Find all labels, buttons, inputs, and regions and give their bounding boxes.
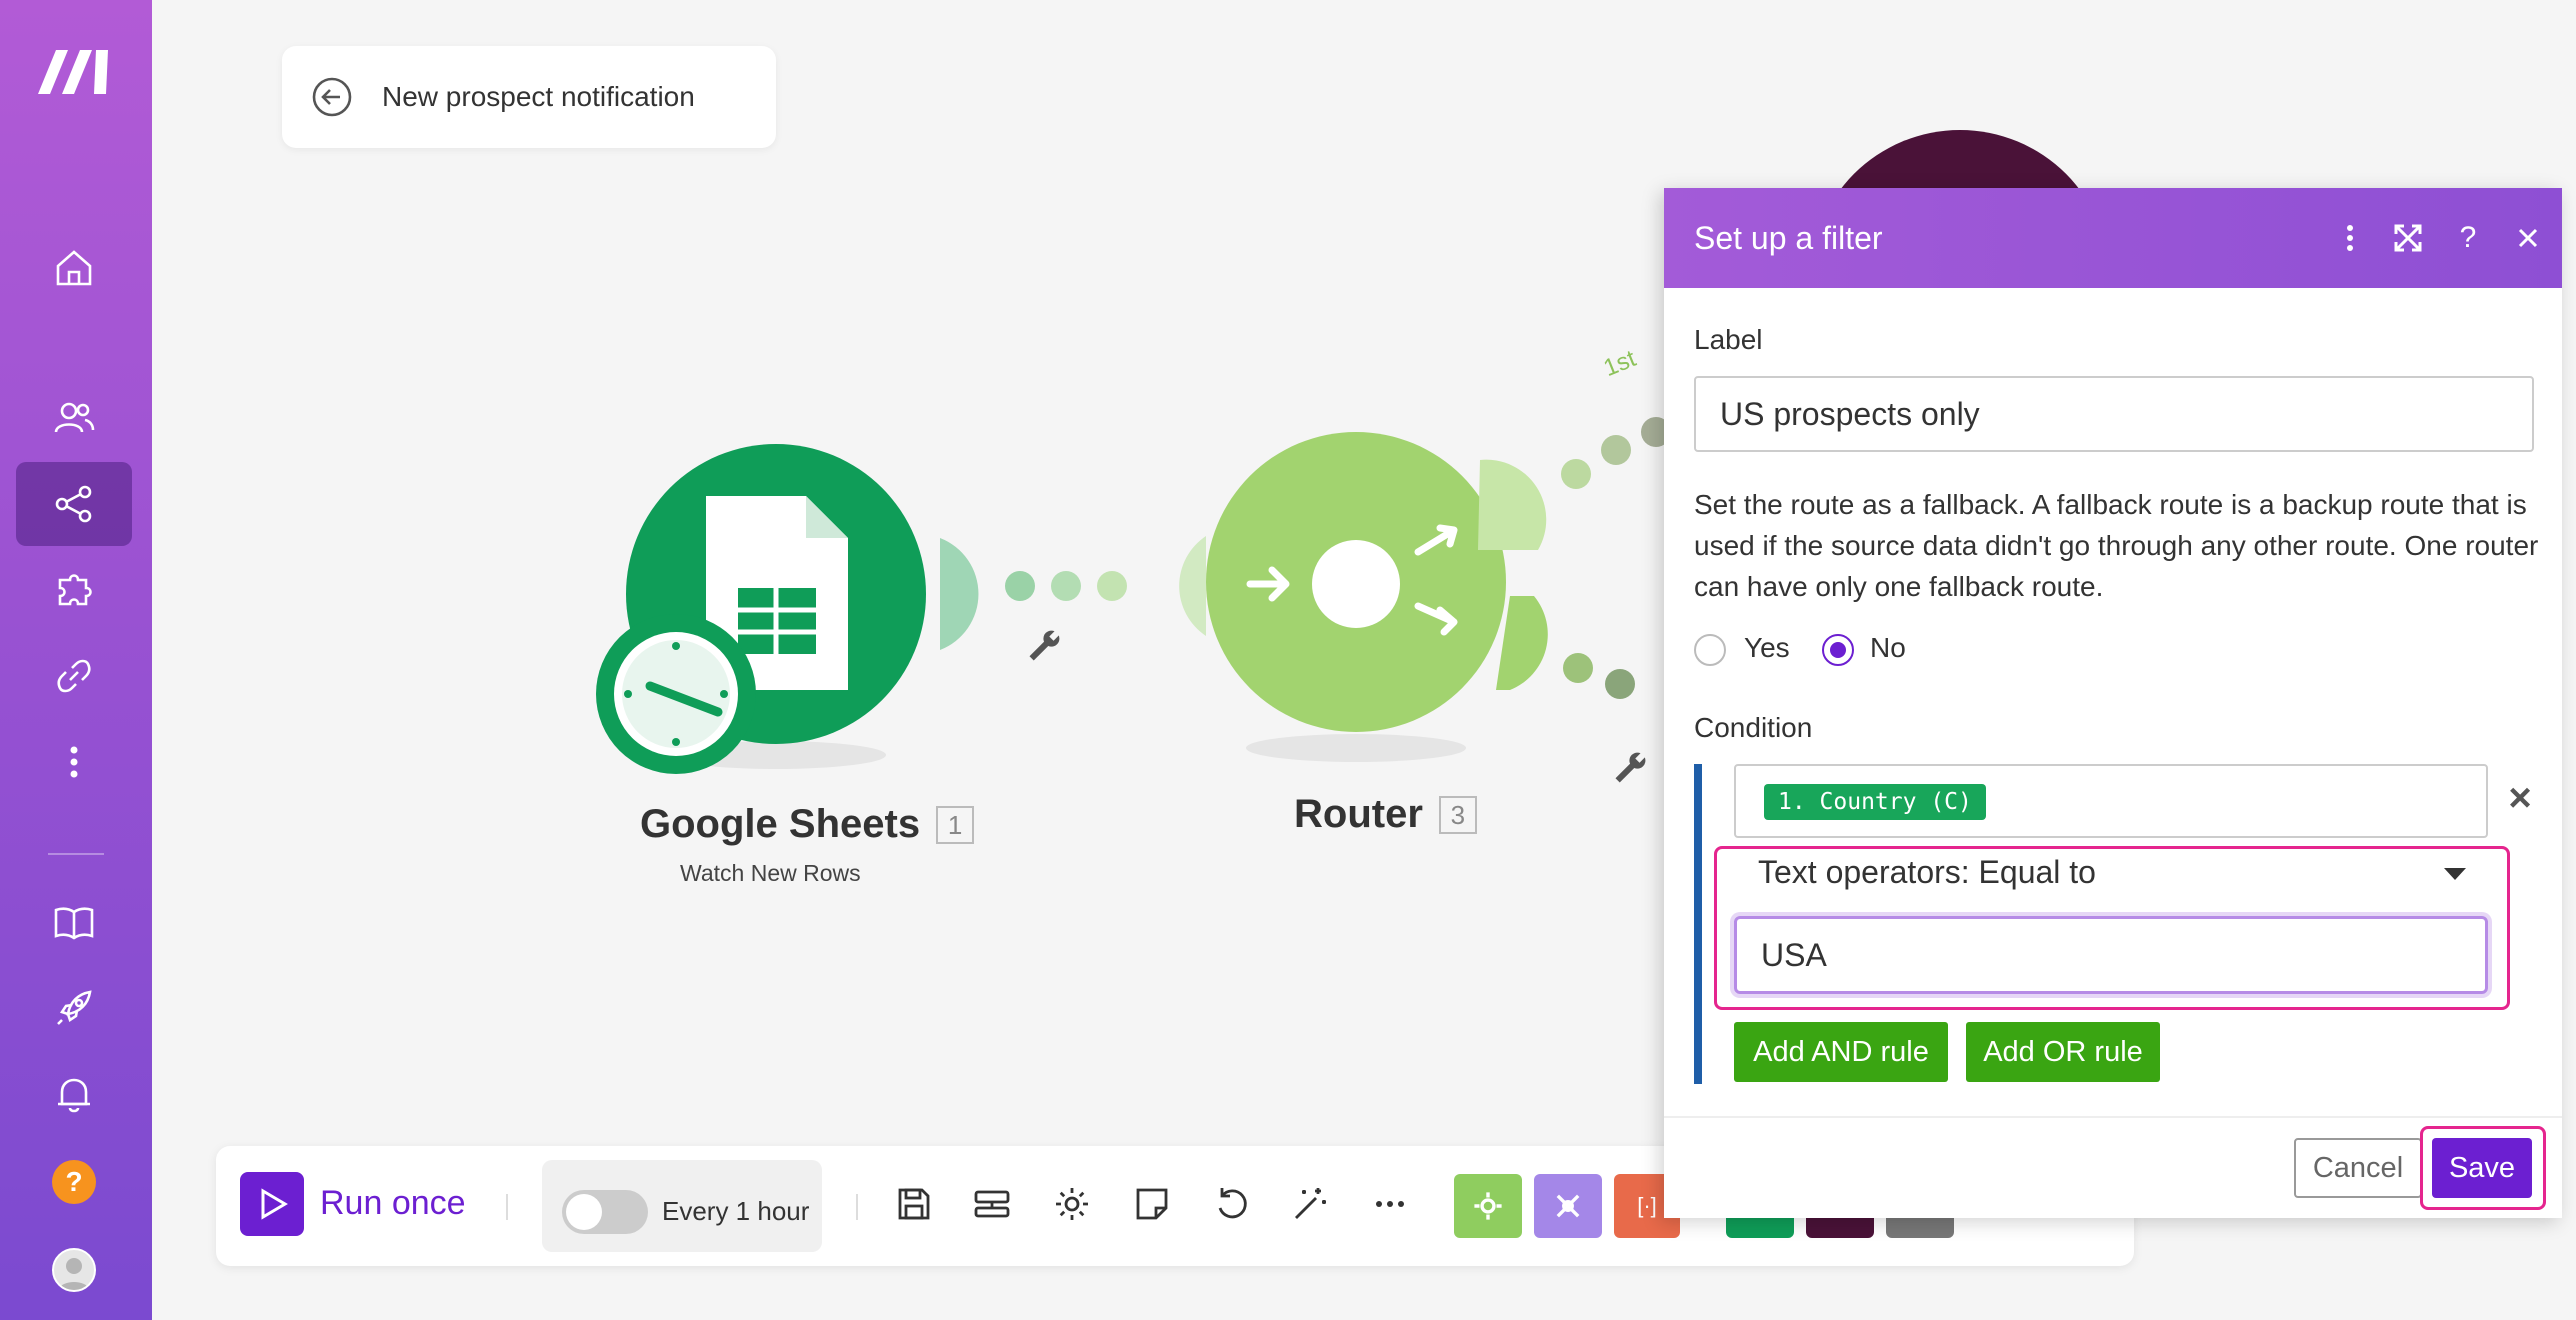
wrench-icon[interactable] — [1026, 626, 1064, 664]
more-horizontal-icon[interactable] — [1370, 1184, 1410, 1224]
remove-condition-icon[interactable]: × — [2500, 778, 2540, 818]
close-icon[interactable] — [2510, 220, 2546, 256]
help-question-icon[interactable]: ? — [2450, 220, 2486, 256]
fallback-yes-radio[interactable] — [1694, 634, 1726, 666]
play-icon — [261, 1188, 288, 1220]
condition-field-input[interactable]: 1. Country (C) — [1734, 764, 2488, 838]
fallback-no-label[interactable]: No — [1870, 632, 1906, 664]
module-number: 1 — [936, 805, 975, 844]
schedule-control: Every 1 hour — [542, 1160, 822, 1252]
run-once-label[interactable]: Run once — [320, 1184, 466, 1223]
tools-tile[interactable] — [1454, 1174, 1522, 1238]
panel-footer-divider — [1664, 1116, 2562, 1118]
fallback-yes-label[interactable]: Yes — [1744, 632, 1790, 664]
schedule-label[interactable]: Every 1 hour — [662, 1196, 809, 1227]
filter-panel: Set up a filter ? Label US prospects onl… — [1664, 188, 2562, 1218]
filter-panel-header: Set up a filter ? — [1664, 188, 2562, 288]
filter-wrench-icon[interactable] — [1612, 748, 1650, 786]
brackets-icon: [·] — [1637, 1193, 1657, 1218]
label-caption: Label — [1694, 324, 1763, 355]
flow-control-tile[interactable] — [1534, 1174, 1602, 1238]
gear-icon — [1474, 1192, 1502, 1220]
save-button[interactable]: Save — [2432, 1138, 2532, 1198]
clock-trigger-icon[interactable] — [596, 614, 756, 774]
fallback-description: Set the route as a fallback. A fallback … — [1694, 489, 2539, 602]
condition-value-input[interactable]: USA — [1734, 916, 2488, 994]
expand-icon[interactable] — [2390, 220, 2426, 256]
crossed-tools-icon — [1556, 1194, 1580, 1218]
align-icon[interactable] — [972, 1184, 1012, 1224]
mapped-field-chip[interactable]: 1. Country (C) — [1764, 784, 1986, 820]
more-vertical-icon[interactable] — [2332, 220, 2368, 256]
condition-caption: Condition — [1694, 712, 1813, 743]
settings-gear-icon[interactable] — [1052, 1184, 1092, 1224]
note-icon[interactable] — [1132, 1184, 1172, 1224]
chevron-down-icon[interactable] — [2444, 868, 2466, 880]
schedule-toggle[interactable] — [562, 1190, 648, 1234]
undo-icon[interactable] — [1212, 1184, 1252, 1224]
add-or-rule-button[interactable]: Add OR rule — [1966, 1022, 2160, 1082]
condition-group-bar — [1694, 764, 1702, 1084]
run-once-button[interactable] — [240, 1172, 304, 1236]
toolbar-divider — [506, 1194, 508, 1220]
label-input[interactable]: US prospects only — [1694, 376, 2534, 452]
toolbar-divider — [856, 1194, 858, 1220]
google-sheets-title: Google Sheets 1 — [640, 802, 975, 847]
save-icon[interactable] — [894, 1184, 934, 1224]
google-sheets-subtitle: Watch New Rows — [680, 860, 861, 886]
router-title: Router 3 — [1294, 792, 1477, 837]
magic-wand-icon[interactable] — [1290, 1184, 1330, 1224]
add-and-rule-button[interactable]: Add AND rule — [1734, 1022, 1948, 1082]
fallback-no-radio[interactable] — [1822, 634, 1854, 666]
cancel-button[interactable]: Cancel — [2294, 1138, 2422, 1198]
module-number: 3 — [1438, 795, 1477, 834]
panel-title: Set up a filter — [1694, 220, 1883, 256]
operator-select[interactable]: Text operators: Equal to — [1758, 854, 2096, 891]
